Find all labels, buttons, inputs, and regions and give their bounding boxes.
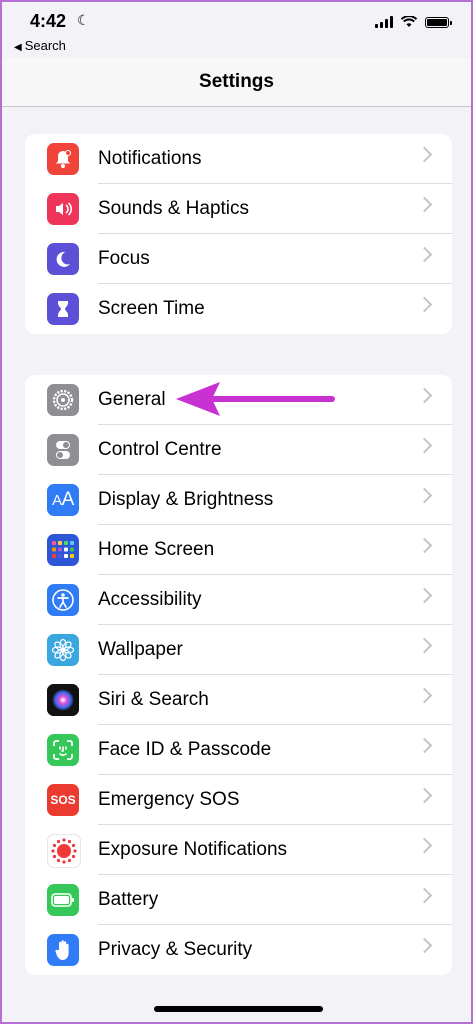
settings-row-exposure-notifications[interactable]: Exposure Notifications (25, 825, 452, 875)
settings-row-label: Privacy & Security (98, 939, 253, 960)
page-title: Settings (199, 71, 274, 92)
wifi-icon (401, 16, 417, 27)
settings-row-label: Display & Brightness (98, 489, 274, 510)
text-size-icon: AA (47, 484, 79, 516)
hourglass-icon (47, 293, 79, 325)
settings-row-emergency-sos[interactable]: SOS Emergency SOS (25, 775, 452, 825)
settings-row-focus[interactable]: Focus (25, 234, 452, 284)
app-grid-icon (47, 534, 79, 566)
settings-row-accessibility[interactable]: Accessibility (25, 575, 452, 625)
siri-icon (47, 684, 79, 716)
settings-row-label: Sounds & Haptics (98, 198, 250, 219)
chevron-right-icon (416, 937, 433, 954)
settings-row-notifications[interactable]: Notifications (25, 134, 452, 184)
settings-row-label: General (98, 389, 166, 410)
chevron-right-icon (416, 146, 433, 163)
settings-row-label: Notifications (98, 148, 202, 169)
back-triangle-icon: ◀ (14, 42, 22, 53)
back-to-search-button[interactable]: ◀ Search (14, 38, 66, 53)
settings-row-control-centre[interactable]: Control Centre (25, 425, 452, 475)
navigation-bar: Settings (2, 58, 471, 107)
chevron-right-icon (416, 687, 433, 704)
settings-row-label: Screen Time (98, 298, 205, 319)
settings-row-sounds-and-haptics[interactable]: Sounds & Haptics (25, 184, 452, 234)
chevron-right-icon (416, 887, 433, 904)
clock: 4:42 (30, 11, 67, 31)
settings-row-display-and-brightness[interactable]: AA Display & Brightness (25, 475, 452, 525)
cellular-signal-icon (375, 16, 393, 28)
flower-icon (47, 634, 79, 666)
bell-icon (47, 143, 79, 175)
chevron-right-icon (416, 787, 433, 804)
settings-row-home-screen[interactable]: Home Screen (25, 525, 452, 575)
settings-row-screen-time[interactable]: Screen Time (25, 284, 452, 334)
annotation-arrow (176, 382, 335, 416)
moon-icon (47, 243, 79, 275)
settings-row-label: Wallpaper (98, 639, 183, 660)
battery-status-icon (425, 16, 452, 28)
settings-row-label: Focus (98, 248, 150, 269)
settings-row-label: Emergency SOS (98, 789, 240, 810)
chevron-right-icon (416, 437, 433, 454)
chevron-right-icon (416, 246, 433, 263)
chevron-right-icon (416, 196, 433, 213)
focus-moon-icon: ☾ (77, 12, 90, 28)
chevron-right-icon (416, 387, 433, 404)
settings-row-label: Battery (98, 889, 159, 910)
hand-icon (47, 934, 79, 966)
settings-row-label: Home Screen (98, 539, 215, 560)
settings-row-battery[interactable]: Battery (25, 875, 452, 925)
status-icons (375, 16, 452, 28)
settings-row-privacy-and-security[interactable]: Privacy & Security (25, 925, 452, 975)
home-indicator[interactable] (154, 1006, 323, 1012)
chevron-right-icon (416, 487, 433, 504)
toggles-icon (47, 434, 79, 466)
settings-row-wallpaper[interactable]: Wallpaper (25, 625, 452, 675)
sos-icon: SOS (47, 784, 79, 816)
accessibility-icon (47, 584, 79, 616)
settings-row-label: Control Centre (98, 439, 222, 460)
speaker-icon (47, 193, 79, 225)
chevron-right-icon (416, 737, 433, 754)
settings-row-face-id-and-passcode[interactable]: Face ID & Passcode (25, 725, 452, 775)
settings-group-general: General Control Centre AA Display & Brightn… (25, 375, 452, 975)
settings-group-notifications: Notifications Sounds & Haptics Focus Screen… (25, 134, 452, 334)
settings-row-label: Siri & Search (98, 689, 209, 710)
exposure-icon (47, 834, 81, 868)
settings-row-siri-and-search[interactable]: Siri & Search (25, 675, 452, 725)
chevron-right-icon (416, 296, 433, 313)
chevron-right-icon (416, 637, 433, 654)
status-bar: 4:42 ☾ (2, 2, 471, 38)
settings-row-label: Accessibility (98, 589, 202, 610)
chevron-right-icon (416, 837, 433, 854)
chevron-right-icon (416, 587, 433, 604)
battery-icon (47, 884, 79, 916)
settings-row-label: Face ID & Passcode (98, 739, 272, 760)
face-id-icon (47, 734, 79, 766)
chevron-right-icon (416, 537, 433, 554)
settings-row-label: Exposure Notifications (98, 839, 288, 860)
gear-icon (47, 384, 79, 416)
